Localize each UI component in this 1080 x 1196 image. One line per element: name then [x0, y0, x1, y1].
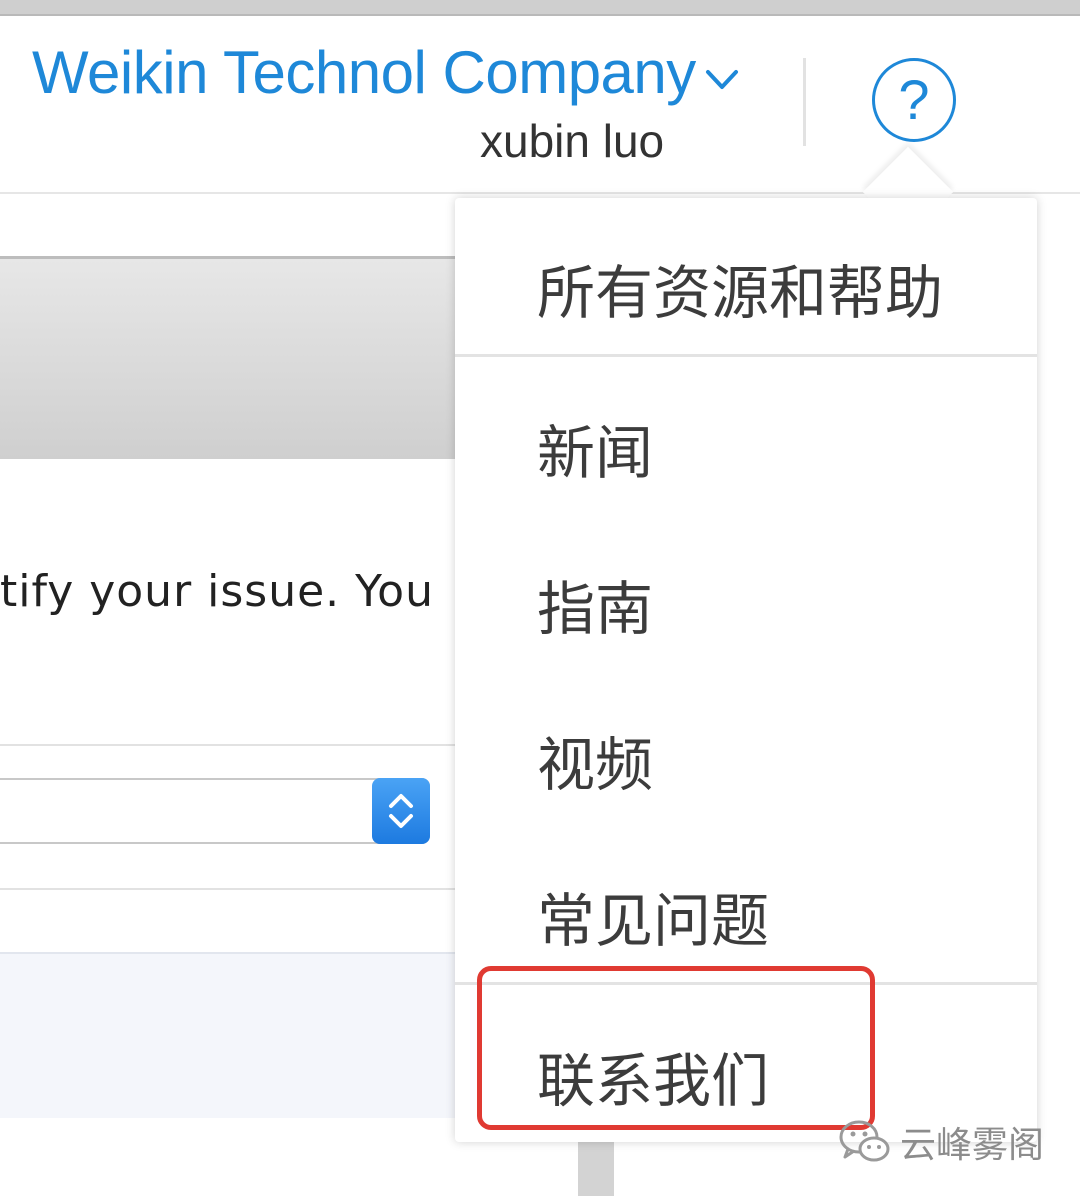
- page-element: [578, 1140, 614, 1196]
- select-arrows-icon[interactable]: [372, 778, 430, 844]
- watermark-text: 云峰雾阁: [900, 1125, 1045, 1166]
- watermark: 云峰雾阁: [838, 1116, 1044, 1168]
- chevron-down-icon[interactable]: [705, 68, 739, 92]
- user-name: xubin luo: [480, 115, 665, 167]
- content-panel: [0, 952, 470, 1118]
- instruction-text: tify your issue. You: [0, 566, 434, 617]
- company-name[interactable]: Weikin Technol Company: [32, 38, 696, 107]
- menu-divider: [455, 354, 1037, 357]
- menu-item-guides[interactable]: 指南: [537, 562, 653, 646]
- wechat-icon: [839, 1120, 890, 1162]
- question-mark-icon: ?: [898, 68, 930, 131]
- menu-item-news[interactable]: 新闻: [537, 406, 653, 490]
- section-banner: [0, 256, 470, 459]
- highlight-box: [477, 966, 875, 1130]
- menu-item-all-resources[interactable]: 所有资源和帮助: [537, 246, 943, 330]
- browser-top-edge: [0, 0, 1080, 16]
- divider: [0, 744, 470, 746]
- divider: [0, 888, 470, 890]
- header-divider: [803, 58, 806, 146]
- menu-item-videos[interactable]: 视频: [537, 718, 653, 802]
- menu-item-faq[interactable]: 常见问题: [537, 874, 769, 958]
- help-button[interactable]: ?: [872, 58, 956, 142]
- issue-select[interactable]: [0, 778, 430, 844]
